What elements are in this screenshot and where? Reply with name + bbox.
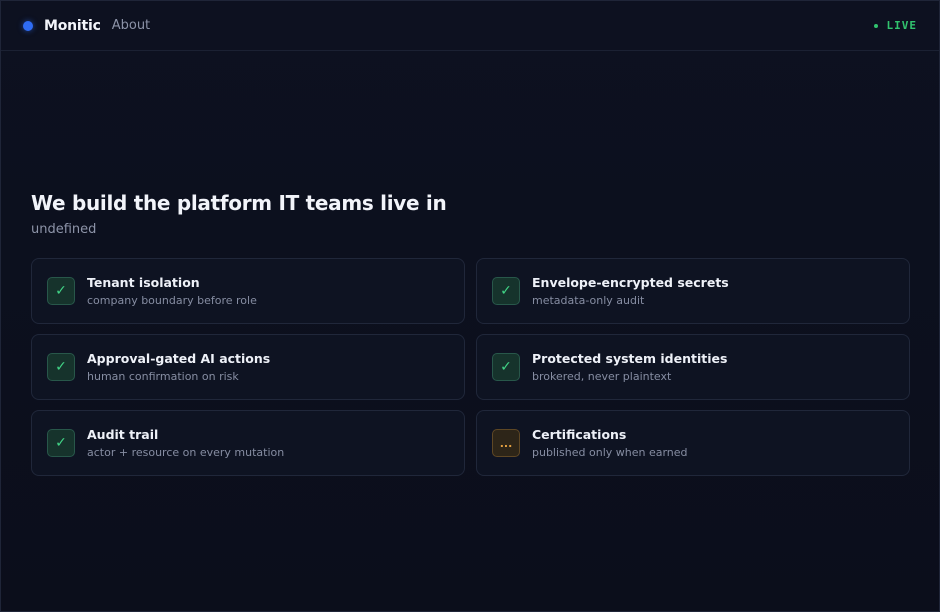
feature-subtitle: metadata-only audit [532,293,645,307]
feature-subtitle: brokered, never plaintext [532,369,672,383]
main-content: We build the platform IT teams live in u… [31,189,910,476]
live-dot-icon [873,23,878,28]
check-icon: ✓ [47,353,75,381]
brand-logo-dot [23,20,33,31]
feature-subtitle: human confirmation on risk [87,369,239,383]
nav-link-about[interactable]: About [112,18,150,33]
feature-title: Protected system identities [532,350,728,366]
page-title: We build the platform IT teams live in [31,191,447,215]
check-icon: ✓ [47,429,75,457]
live-status-indicator: LIVE [873,19,918,32]
check-icon: ✓ [47,277,75,305]
feature-card: ✓ Audit trail actor + resource on every … [31,410,465,476]
feature-subtitle: company boundary before role [87,293,257,307]
feature-subtitle: actor + resource on every mutation [87,445,285,459]
check-icon: ✓ [492,277,520,305]
app-window: Monitic About LIVE We build the platform… [0,0,940,612]
feature-card: ✓ Protected system identities brokered, … [476,334,910,400]
check-icon: ✓ [492,353,520,381]
feature-card: ... Certifications published only when e… [476,410,910,476]
feature-title: Approval-gated AI actions [87,350,271,366]
feature-title: Certifications [532,426,627,442]
top-bar: Monitic About LIVE [1,1,939,51]
live-status-label: LIVE [886,19,917,32]
feature-card: ✓ Tenant isolation company boundary befo… [31,258,465,324]
page-subtitle: undefined [31,222,97,237]
feature-card: ✓ Envelope-encrypted secrets metadata-on… [476,258,910,324]
feature-subtitle: published only when earned [532,445,688,459]
feature-title: Audit trail [87,426,159,442]
feature-grid: ✓ Tenant isolation company boundary befo… [31,258,910,476]
feature-title: Tenant isolation [87,274,200,290]
ellipsis-icon: ... [492,429,520,457]
feature-title: Envelope-encrypted secrets [532,274,729,290]
feature-card: ✓ Approval-gated AI actions human confir… [31,334,465,400]
brand-name[interactable]: Monitic [44,18,101,34]
